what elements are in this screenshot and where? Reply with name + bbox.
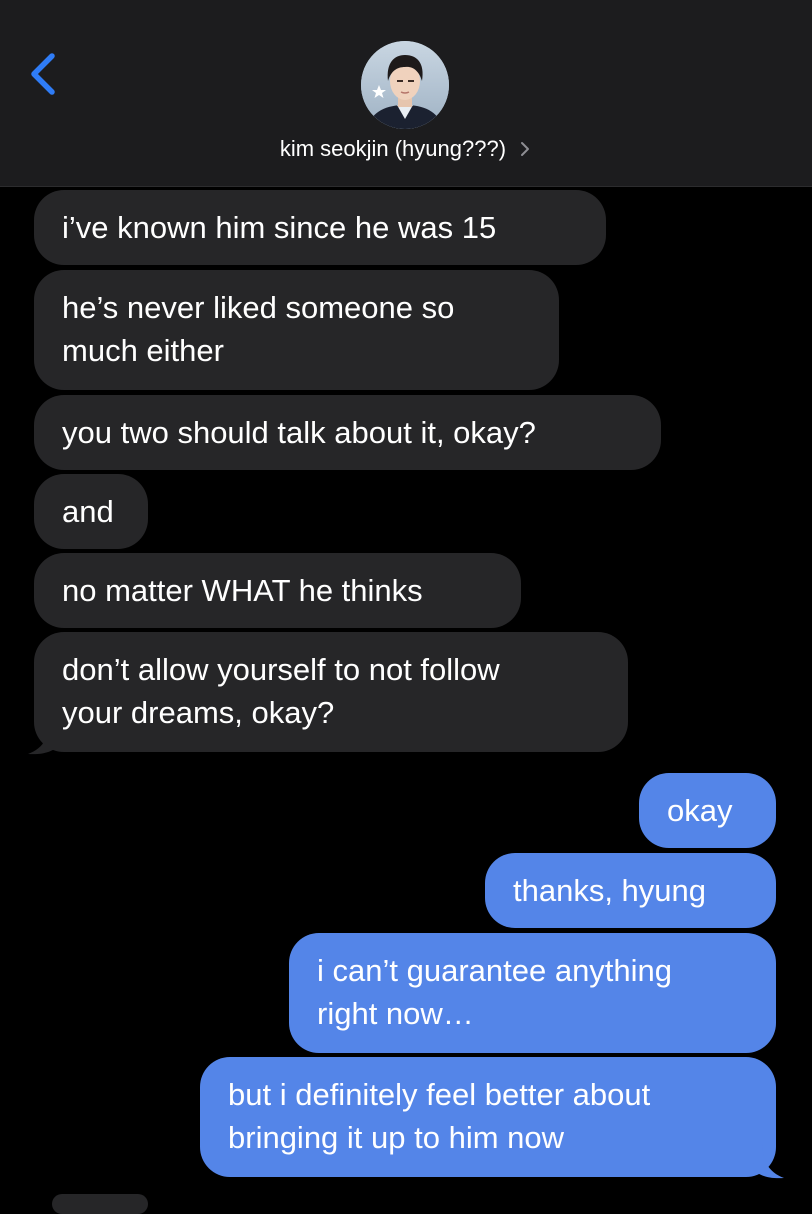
incoming-message[interactable]: he’s never liked someone so much either [34, 270, 559, 390]
incoming-message[interactable]: i’ve known him since he was 15 [34, 190, 606, 265]
incoming-message[interactable]: don’t allow yourself to not follow your … [34, 632, 628, 752]
message-line: thanks, hyung [513, 873, 707, 908]
contact-name-button[interactable]: kim seokjin (hyung???) [0, 131, 812, 167]
back-button[interactable] [22, 48, 66, 100]
chevron-left-icon [31, 53, 55, 95]
chevron-right-icon [521, 142, 530, 157]
contact-avatar-photo [361, 41, 449, 129]
message-line: and [62, 494, 114, 529]
message-line: he’s never liked someone so [62, 290, 455, 325]
partial-next-bubble [52, 1194, 148, 1214]
message-line: bringing it up to him now [228, 1120, 565, 1155]
contact-avatar[interactable] [361, 41, 449, 129]
contact-name: kim seokjin (hyung???) [279, 136, 507, 161]
message-line: you two should talk about it, okay? [62, 415, 536, 450]
incoming-message[interactable]: and [34, 474, 148, 549]
incoming-message[interactable]: no matter WHAT he thinks [34, 553, 521, 628]
message-line: right now… [317, 996, 474, 1031]
incoming-message[interactable]: you two should talk about it, okay? [34, 395, 661, 470]
message-line: but i definitely feel better about [228, 1077, 651, 1112]
message-line: i’ve known him since he was 15 [62, 210, 497, 245]
incoming-bubble-tail [28, 718, 60, 755]
outgoing-message[interactable]: i can’t guarantee anything right now… [289, 933, 776, 1053]
message-line: okay [667, 793, 733, 828]
message-line: your dreams, okay? [62, 695, 335, 730]
conversation-header: kim seokjin (hyung???) [0, 0, 812, 187]
outgoing-bubble-tail [752, 1142, 784, 1179]
message-line: much either [62, 333, 224, 368]
message-line: don’t allow yourself to not follow [62, 652, 500, 687]
message-line: no matter WHAT he thinks [62, 573, 423, 608]
outgoing-message[interactable]: okay [639, 773, 776, 848]
outgoing-message[interactable]: thanks, hyung [485, 853, 776, 928]
message-line: i can’t guarantee anything [317, 953, 673, 988]
outgoing-message[interactable]: but i definitely feel better about bring… [200, 1057, 776, 1177]
